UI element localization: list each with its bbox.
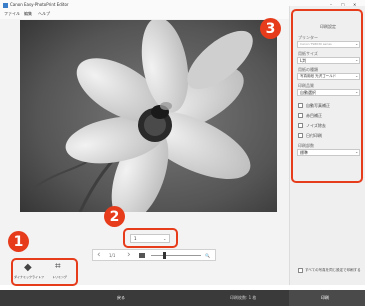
back-button[interactable]: 戻る bbox=[117, 295, 125, 300]
menu-file[interactable]: ファイル bbox=[4, 11, 20, 16]
print-button[interactable]: 印刷 bbox=[289, 290, 365, 306]
next-page-icon[interactable]: › bbox=[127, 250, 131, 260]
step-2-marker: 2 bbox=[104, 206, 125, 227]
zoom-in-icon[interactable]: 🔍 bbox=[205, 253, 210, 258]
print-count: 印刷枚数: 1 枚 bbox=[230, 295, 257, 300]
fill-light-icon: ◆ bbox=[24, 262, 32, 273]
step-1-marker: 1 bbox=[8, 231, 29, 252]
fit-icon[interactable] bbox=[139, 253, 145, 258]
menu-help[interactable]: ヘルプ bbox=[38, 11, 50, 16]
crop-icon: ⌗ bbox=[55, 261, 61, 272]
nav-bar: ‹ 1/1 › 🔍 bbox=[92, 249, 216, 261]
app-icon bbox=[3, 3, 8, 8]
flower-photo bbox=[20, 20, 277, 212]
zoom-slider-track[interactable] bbox=[151, 255, 201, 256]
page-select[interactable]: 1 ⌄ bbox=[130, 234, 170, 243]
step-3-marker: 3 bbox=[260, 18, 281, 39]
footer-bar: 戻る 印刷枚数: 1 枚 印刷 bbox=[0, 290, 365, 306]
menu-edit[interactable]: 編集 bbox=[24, 11, 32, 16]
chevron-down-icon: ⌄ bbox=[163, 236, 167, 241]
page-counter: 1/1 bbox=[109, 253, 116, 258]
photo-preview[interactable] bbox=[20, 20, 277, 212]
trimming-button[interactable]: ⌗ トリミング bbox=[46, 261, 76, 284]
settings-highlight bbox=[291, 9, 363, 183]
dynamic-light-filter-button[interactable]: ◆ ダイナミックライトフィルター bbox=[14, 262, 44, 284]
window-title: Canon Easy-PhotoPrint Editor bbox=[10, 2, 69, 7]
zoom-slider-thumb[interactable] bbox=[163, 252, 166, 259]
same-settings-checkbox[interactable] bbox=[298, 268, 303, 273]
prev-page-icon[interactable]: ‹ bbox=[97, 250, 101, 260]
